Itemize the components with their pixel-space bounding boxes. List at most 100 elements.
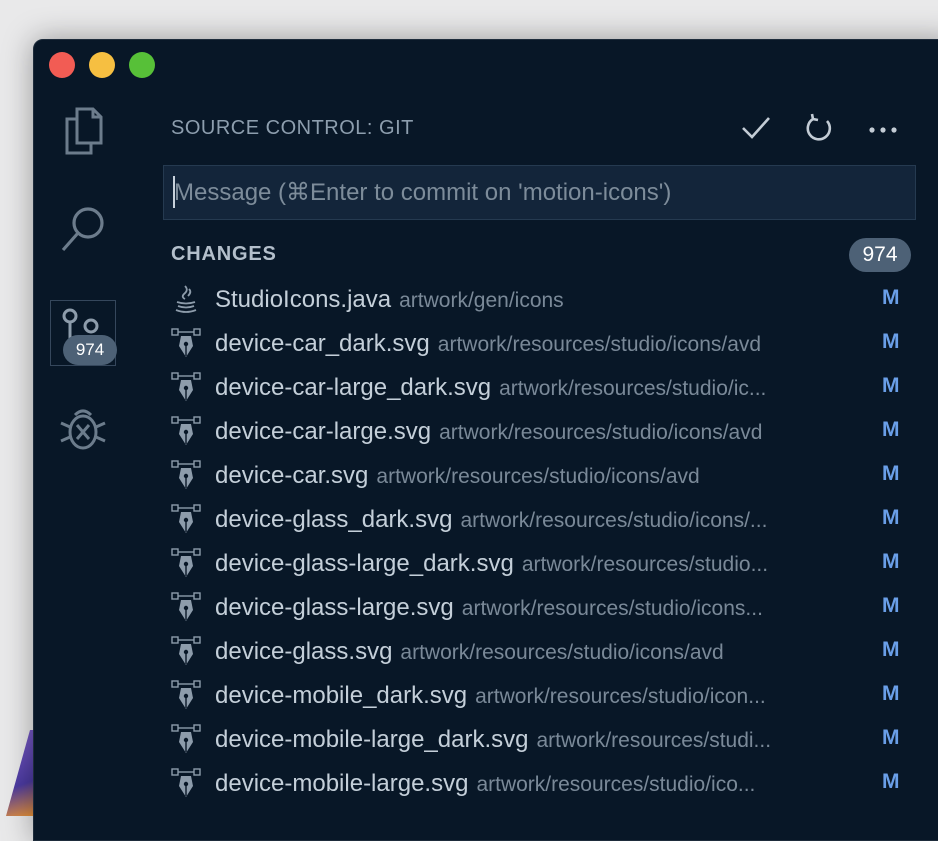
file-status-modified: M bbox=[882, 682, 900, 705]
file-path: artwork/resources/studio/icon... bbox=[475, 685, 766, 708]
refresh-button[interactable] bbox=[801, 112, 837, 148]
commit-button[interactable] bbox=[738, 112, 774, 148]
changes-count-badge: 974 bbox=[849, 238, 911, 272]
file-label: device-glass_dark.svg artwork/resources/s… bbox=[215, 506, 873, 534]
file-label: StudioIcons.java artwork/gen/icons bbox=[215, 286, 873, 314]
file-path: artwork/resources/studio/ic... bbox=[499, 377, 767, 400]
changes-title: CHANGES bbox=[171, 243, 277, 265]
svg-pen-icon bbox=[171, 724, 201, 754]
file-label: device-car_dark.svg artwork/resources/stu… bbox=[215, 330, 873, 358]
file-name: device-glass_dark.svg bbox=[215, 506, 453, 533]
activity-debug[interactable] bbox=[50, 398, 116, 464]
file-row[interactable]: device-car.svg artwork/resources/studio/i… bbox=[162, 454, 922, 498]
file-name: device-mobile-large.svg bbox=[215, 770, 469, 797]
vscode-window: 974 SOURCE CONTROL: GIT Message (⌘Enter … bbox=[33, 39, 938, 841]
bug-icon bbox=[57, 403, 109, 460]
search-icon bbox=[58, 204, 108, 259]
changes-section-header[interactable]: CHANGES 974 bbox=[171, 238, 911, 272]
file-label: device-glass-large.svg artwork/resources/… bbox=[215, 594, 873, 622]
file-path: artwork/resources/studi... bbox=[536, 729, 772, 752]
file-name: device-mobile_dark.svg bbox=[215, 682, 468, 709]
activity-search[interactable] bbox=[50, 198, 116, 264]
file-status-modified: M bbox=[882, 770, 900, 793]
file-row[interactable]: device-glass.svg artwork/resources/studio… bbox=[162, 630, 922, 674]
svg-pen-icon bbox=[171, 592, 201, 622]
file-label: device-mobile-large_dark.svg artwork/reso… bbox=[215, 726, 873, 754]
panel-header: SOURCE CONTROL: GIT bbox=[171, 108, 916, 148]
file-path: artwork/resources/studio/icons/... bbox=[460, 509, 768, 532]
file-row[interactable]: device-mobile-large_dark.svg artwork/reso… bbox=[162, 718, 922, 762]
activity-source-control[interactable]: 974 bbox=[50, 300, 117, 366]
file-name: device-glass-large_dark.svg bbox=[215, 550, 514, 577]
commit-message-input[interactable] bbox=[163, 165, 916, 220]
file-name: device-glass.svg bbox=[215, 638, 393, 665]
file-label: device-car.svg artwork/resources/studio/i… bbox=[215, 462, 873, 490]
file-label: device-mobile_dark.svg artwork/resources/… bbox=[215, 682, 873, 710]
minimize-window-button[interactable] bbox=[89, 52, 115, 78]
file-name: device-car_dark.svg bbox=[215, 330, 430, 357]
file-name: device-glass-large.svg bbox=[215, 594, 454, 621]
file-path: artwork/resources/studio/icons/avd bbox=[376, 465, 700, 488]
file-label: device-car-large_dark.svg artwork/resourc… bbox=[215, 374, 873, 402]
file-path: artwork/resources/studio/icons/avd bbox=[437, 333, 762, 356]
file-status-modified: M bbox=[882, 638, 900, 661]
svg-pen-icon bbox=[171, 328, 201, 358]
file-name: StudioIcons.java bbox=[215, 286, 392, 313]
file-path: artwork/gen/icons bbox=[399, 289, 564, 312]
svg-pen-icon bbox=[171, 372, 201, 402]
file-name: device-mobile-large_dark.svg bbox=[215, 726, 529, 753]
file-label: device-glass.svg artwork/resources/studio… bbox=[215, 638, 873, 666]
file-row[interactable]: StudioIcons.java artwork/gen/icons M bbox=[162, 278, 922, 322]
file-row[interactable]: device-mobile-large.svg artwork/resources… bbox=[162, 762, 922, 806]
text-caret bbox=[173, 176, 175, 208]
file-row[interactable]: device-glass-large.svg artwork/resources/… bbox=[162, 586, 922, 630]
file-status-modified: M bbox=[882, 374, 900, 397]
more-actions-button[interactable] bbox=[865, 112, 901, 148]
zoom-window-button[interactable] bbox=[129, 52, 155, 78]
file-path: artwork/resources/studio... bbox=[521, 553, 769, 576]
svg-pen-icon bbox=[171, 768, 201, 798]
svg-pen-icon bbox=[171, 460, 201, 490]
close-window-button[interactable] bbox=[49, 52, 75, 78]
file-row[interactable]: device-car-large.svg artwork/resources/st… bbox=[162, 410, 922, 454]
activity-explorer[interactable] bbox=[50, 100, 116, 166]
file-path: artwork/resources/studio/icons/avd bbox=[400, 641, 724, 664]
files-icon bbox=[61, 105, 105, 162]
file-row[interactable]: device-car-large_dark.svg artwork/resourc… bbox=[162, 366, 922, 410]
file-label: device-glass-large_dark.svg artwork/resou… bbox=[215, 550, 873, 578]
file-row[interactable]: device-glass-large_dark.svg artwork/resou… bbox=[162, 542, 922, 586]
file-status-modified: M bbox=[882, 550, 900, 573]
svg-pen-icon bbox=[171, 548, 201, 578]
svg-pen-icon bbox=[171, 504, 201, 534]
file-status-modified: M bbox=[882, 286, 900, 309]
file-status-modified: M bbox=[882, 418, 900, 441]
activity-bar: 974 bbox=[34, 100, 130, 840]
more-icon bbox=[869, 121, 897, 139]
file-status-modified: M bbox=[882, 330, 900, 353]
file-status-modified: M bbox=[882, 594, 900, 617]
source-control-badge: 974 bbox=[63, 335, 117, 365]
file-row[interactable]: device-mobile_dark.svg artwork/resources/… bbox=[162, 674, 922, 718]
panel-title: SOURCE CONTROL: GIT bbox=[171, 117, 414, 139]
svg-pen-icon bbox=[171, 636, 201, 666]
file-row[interactable]: device-car_dark.svg artwork/resources/stu… bbox=[162, 322, 922, 366]
file-status-modified: M bbox=[882, 726, 900, 749]
file-label: device-car-large.svg artwork/resources/st… bbox=[215, 418, 873, 446]
file-name: device-car-large_dark.svg bbox=[215, 374, 492, 401]
file-label: device-mobile-large.svg artwork/resources… bbox=[215, 770, 873, 798]
svg-pen-icon bbox=[171, 680, 201, 710]
java-icon bbox=[171, 284, 201, 314]
changed-files-list: StudioIcons.java artwork/gen/icons Mdevice… bbox=[162, 278, 922, 806]
file-path: artwork/resources/studio/icons/avd bbox=[439, 421, 763, 444]
window-controls bbox=[49, 52, 155, 78]
file-row[interactable]: device-glass_dark.svg artwork/resources/s… bbox=[162, 498, 922, 542]
file-path: artwork/resources/studio/icons... bbox=[461, 597, 763, 620]
file-path: artwork/resources/studio/ico... bbox=[476, 773, 756, 796]
file-name: device-car.svg bbox=[215, 462, 369, 489]
source-control-panel: SOURCE CONTROL: GIT Message (⌘Enter to c… bbox=[162, 100, 938, 840]
file-status-modified: M bbox=[882, 506, 900, 529]
file-name: device-car-large.svg bbox=[215, 418, 432, 445]
commit-check-icon bbox=[741, 115, 771, 146]
refresh-icon bbox=[804, 113, 834, 148]
file-status-modified: M bbox=[882, 462, 900, 485]
